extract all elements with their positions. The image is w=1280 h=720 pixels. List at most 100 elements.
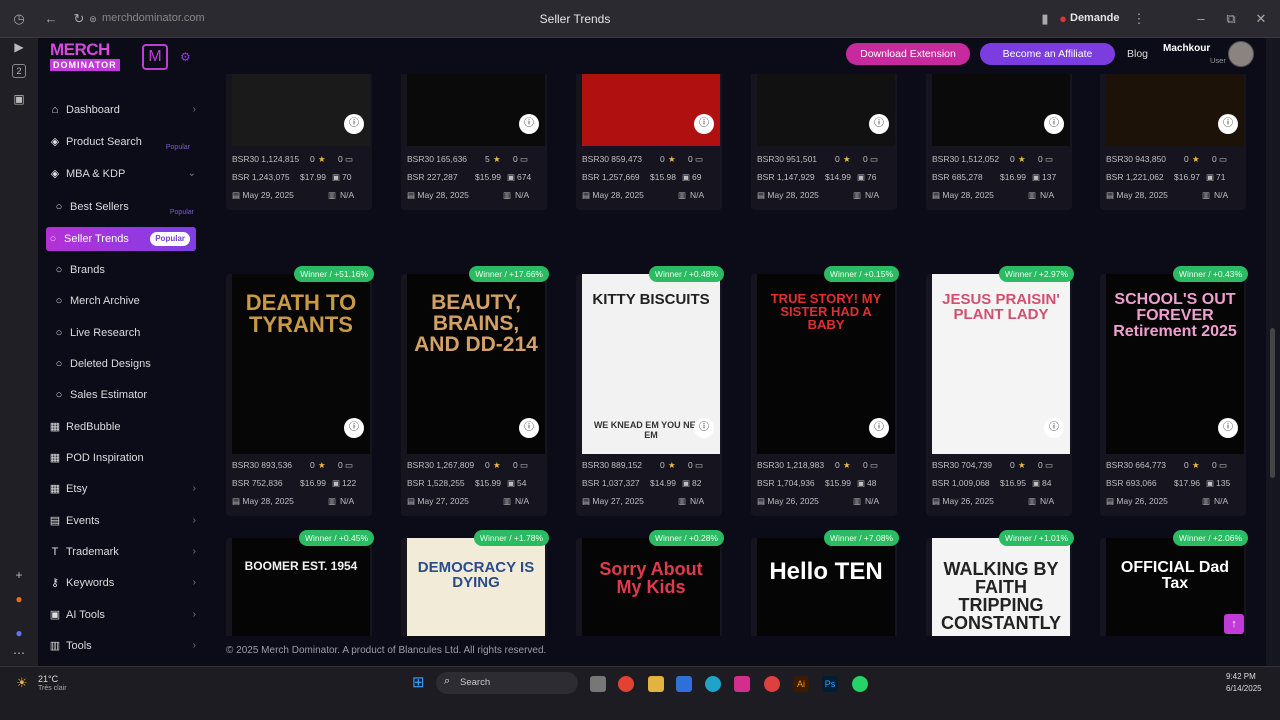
scroll-top-button[interactable]: ↑ (1224, 614, 1244, 634)
whatsapp-icon[interactable] (852, 676, 868, 692)
calendar-app-icon[interactable] (676, 676, 692, 692)
product-card[interactable]: WALKING BY FAITH TRIPPING CONSTANTLY Winn… (926, 530, 1074, 636)
product-image[interactable] (232, 74, 370, 146)
download-extension-button[interactable]: Download Extension (846, 43, 970, 65)
bsr30-row: BSR30 893,536 0 ★ 0 ▭ (232, 460, 353, 470)
scrollbar-thumb[interactable] (1270, 328, 1275, 478)
product-card[interactable]: ⓘ BSR30 165,636 5 ★ 0 ▭ BSR 227,287 $15.99 ▣ 674 ▤… (401, 74, 547, 210)
sidebar-item-events[interactable]: ▤ Events › (48, 509, 198, 533)
sidebar-item-brands[interactable]: ○ Brands (52, 258, 202, 282)
product-card[interactable]: KITTY BISCUITS WE KNEAD EM YOU NEED EM Win… (576, 266, 724, 516)
avatar[interactable] (1228, 41, 1254, 67)
product-card[interactable]: Hello TEN Winner / +7.08% (751, 530, 899, 636)
product-card[interactable]: TRUE STORY! MY SISTER HAD A BABY Winner /… (751, 266, 899, 516)
logo[interactable]: MERCH DOMINATOR M (50, 40, 170, 74)
sidebar-item-etsy[interactable]: ▦ Etsy › (48, 477, 198, 501)
sidebar-item-deleted-designs[interactable]: ○ Deleted Designs (52, 352, 202, 376)
sidebar-item-tools[interactable]: ▥ Tools › (48, 634, 198, 658)
profile-name[interactable]: Demande (1070, 12, 1120, 24)
sidebar-item-trademark[interactable]: T Trademark › (48, 540, 198, 564)
product-card[interactable]: JESUS PRAISIN' PLANT LADY Winner / +2.97%… (926, 266, 1074, 516)
edge-icon[interactable] (705, 676, 721, 692)
windows-start-icon[interactable]: ⊞ (412, 675, 428, 691)
photoshop-icon[interactable]: Ps (822, 676, 838, 692)
sidebar-item-seller-trends[interactable]: ○ Seller Trends Popular (46, 227, 196, 251)
messenger-icon[interactable]: ● (10, 624, 28, 642)
info-icon[interactable]: ⓘ (869, 418, 889, 438)
taskbar-search[interactable]: ⌕ Search (436, 672, 578, 694)
info-icon[interactable]: ⓘ (519, 114, 539, 134)
add-icon[interactable]: + (10, 566, 28, 584)
settings-icon[interactable]: ⚙ (180, 50, 191, 64)
more-dots-icon[interactable]: ⋯ (10, 644, 28, 662)
sidebar-item-ai-tools[interactable]: ▣ AI Tools › (48, 603, 198, 627)
more-icon[interactable]: ⋮ (1130, 10, 1148, 28)
info-icon[interactable]: ⓘ (344, 114, 364, 134)
illustrator-icon[interactable]: Ai (793, 676, 809, 692)
circle-icon: ○ (55, 201, 63, 213)
info-icon[interactable]: ⓘ (519, 418, 539, 438)
instagram-icon[interactable] (734, 676, 750, 692)
info-icon[interactable]: ⓘ (694, 418, 714, 438)
play-icon[interactable]: ▶ (10, 38, 28, 56)
sidebar-item-keywords[interactable]: ⚷ Keywords › (48, 571, 198, 595)
reviews-value: 0 (513, 460, 518, 470)
product-image[interactable]: Hello TEN (757, 538, 895, 636)
sidebar-item-dashboard[interactable]: ⌂ Dashboard › (48, 98, 198, 122)
tab-count-icon[interactable]: 2 (12, 64, 26, 78)
become-affiliate-button[interactable]: Become an Affiliate (980, 43, 1115, 65)
product-card[interactable]: ⓘ BSR30 1,512,052 0 ★ 0 ▭ BSR 685,278 $16.99 ▣ 13… (926, 74, 1072, 210)
product-card[interactable]: BEAUTY, BRAINS, AND DD-214 Winner / +17.6… (401, 266, 549, 516)
screenshot-icon[interactable]: ▣ (10, 90, 28, 108)
sidebar-item-sales-estimator[interactable]: ○ Sales Estimator (52, 383, 202, 407)
info-icon[interactable]: ⓘ (1218, 114, 1238, 134)
scrollbar[interactable] (1266, 38, 1280, 666)
sidebar-item-mba-kdp[interactable]: ◈ MBA & KDP ⌄ (48, 162, 198, 186)
sidebar-item-merch-archive[interactable]: ○ Merch Archive (52, 289, 202, 313)
info-icon[interactable]: ⓘ (1044, 418, 1064, 438)
yandex-icon[interactable] (764, 676, 780, 692)
product-image[interactable]: Sorry About My Kids (582, 538, 720, 636)
sidebar-item-label: Trademark (66, 546, 119, 558)
price-value: $16.95 (1000, 478, 1026, 488)
share-icon[interactable]: ⧉ (1222, 10, 1240, 28)
sidebar-item-product-search[interactable]: ◈ Product Search Popular (48, 130, 198, 154)
product-card[interactable]: Sorry About My Kids Winner / +0.28% (576, 530, 724, 636)
product-card[interactable]: DEATH TO TYRANTS Winner / +51.16% ⓘ BSR30 8… (226, 266, 374, 516)
sidebar-item-live-research[interactable]: ○ Live Research (52, 321, 202, 345)
info-icon[interactable]: ⓘ (344, 418, 364, 438)
blog-link[interactable]: Blog (1127, 48, 1148, 60)
bookmark-icon[interactable]: ▮ (1036, 10, 1054, 28)
info-icon[interactable]: ⓘ (694, 114, 714, 134)
product-card[interactable]: ⓘ BSR30 859,473 0 ★ 0 ▭ BSR 1,257,669 $15.98 ▣ 69… (576, 74, 722, 210)
product-image[interactable]: DEMOCRACY IS DYING (407, 538, 545, 636)
product-card[interactable]: BOOMER EST. 1954 Winner / +0.45% (226, 530, 374, 636)
product-card[interactable]: SCHOOL'S OUT FOREVER Retirement 2025 Winn… (1100, 266, 1248, 516)
product-card[interactable]: DEMOCRACY IS DYING Winner / +1.78% (401, 530, 549, 636)
comment-icon: ▭ (1045, 460, 1054, 470)
product-card[interactable]: ⓘ BSR30 1,124,815 0 ★ 0 ▭ BSR 1,243,075 $17.99 ▣… (226, 74, 372, 210)
sidebar-item-best-sellers[interactable]: ○ Best Sellers Popular (52, 195, 202, 219)
minimize-icon[interactable]: – (1192, 10, 1210, 28)
info-icon[interactable]: ⓘ (1218, 418, 1238, 438)
product-image[interactable] (582, 74, 720, 146)
bsr-value: BSR 693,066 (1106, 478, 1157, 488)
close-icon[interactable]: ✕ (1252, 10, 1270, 28)
explorer-icon[interactable] (648, 676, 664, 692)
sidebar-item-redbubble[interactable]: ▦ RedBubble (48, 415, 198, 439)
info-icon[interactable]: ⓘ (1044, 114, 1064, 134)
product-image[interactable] (757, 74, 895, 146)
product-card[interactable]: ⓘ BSR30 951,501 0 ★ 0 ▭ BSR 1,147,929 $14.99 ▣ 76… (751, 74, 897, 210)
product-card[interactable]: ⓘ BSR30 943,850 0 ★ 0 ▭ BSR 1,221,062 $16.97 ▣ 71… (1100, 74, 1246, 210)
product-image[interactable]: WALKING BY FAITH TRIPPING CONSTANTLY (932, 538, 1070, 636)
sidebar-item-pod-inspiration[interactable]: ▦ POD Inspiration (48, 446, 198, 470)
info-icon[interactable]: ⓘ (869, 114, 889, 134)
task-view-icon[interactable] (590, 676, 606, 692)
firefox-icon[interactable]: ● (10, 590, 28, 608)
product-image[interactable] (407, 74, 545, 146)
chrome-icon[interactable] (618, 676, 634, 692)
product-image[interactable]: BOOMER EST. 1954 (232, 538, 370, 636)
date-value: May 28, 2025 (242, 496, 294, 506)
product-image[interactable] (1106, 74, 1244, 146)
product-image[interactable] (932, 74, 1070, 146)
